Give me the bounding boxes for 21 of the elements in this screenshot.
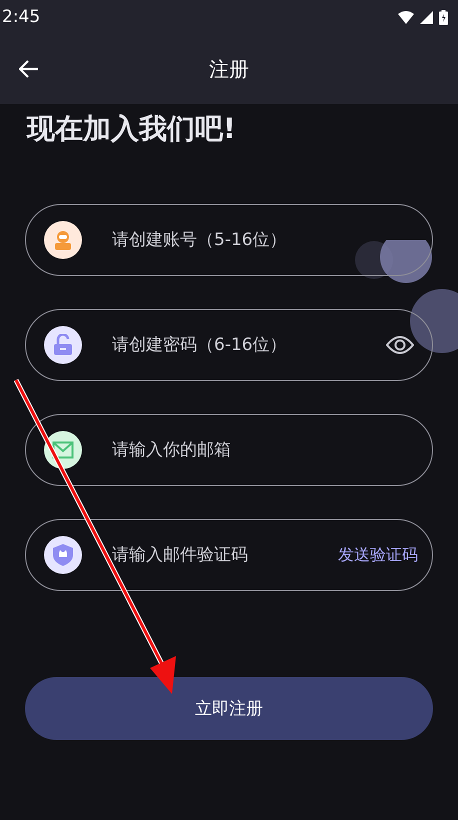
unlock-icon — [53, 334, 73, 356]
text-input[interactable]: 请创建账号（5-16位） — [110, 229, 414, 251]
signal-icon — [420, 10, 433, 24]
back-icon[interactable] — [19, 60, 39, 78]
shield-icon — [53, 544, 73, 566]
page-title: 注册 — [209, 56, 249, 82]
wifi-icon — [398, 10, 414, 24]
mail-icon — [52, 441, 74, 459]
eye-icon[interactable] — [386, 335, 414, 355]
welcome-heading: 现在加入我们吧! — [27, 111, 237, 147]
status-time: 2:45 — [2, 7, 40, 27]
text-input[interactable]: 请输入邮件验证码 — [110, 544, 338, 566]
input-field[interactable]: 请创建账号（5-16位） — [25, 204, 433, 276]
register-button[interactable]: 立即注册 — [25, 677, 433, 740]
battery-icon — [439, 10, 448, 24]
text-input[interactable]: 请创建密码（6-16位） — [110, 334, 386, 356]
send-code-link[interactable]: 发送验证码 — [338, 544, 418, 566]
input-field[interactable]: 请创建密码（6-16位） — [25, 309, 433, 381]
input-field[interactable]: 请输入你的邮箱 — [25, 414, 433, 486]
text-input[interactable]: 请输入你的邮箱 — [110, 439, 414, 461]
input-field[interactable]: 请输入邮件验证码 发送验证码 — [25, 519, 433, 591]
